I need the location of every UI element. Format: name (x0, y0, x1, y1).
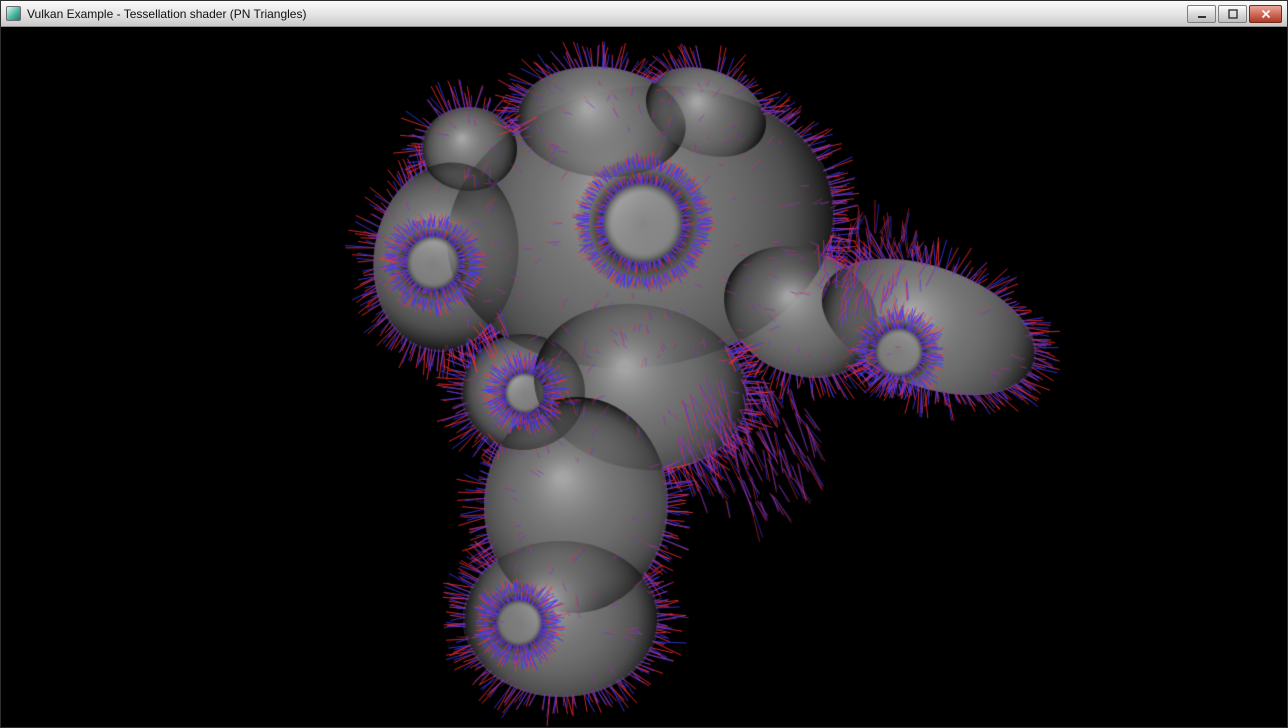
close-button[interactable] (1249, 5, 1282, 23)
close-icon (1261, 9, 1271, 19)
viewport (1, 27, 1287, 727)
maximize-button[interactable] (1218, 5, 1247, 23)
render-canvas[interactable] (1, 27, 1287, 727)
titlebar[interactable]: Vulkan Example - Tessellation shader (PN… (1, 1, 1287, 27)
app-icon[interactable] (6, 6, 21, 21)
minimize-button[interactable] (1187, 5, 1216, 23)
window-title: Vulkan Example - Tessellation shader (PN… (27, 2, 1181, 26)
app-window: Vulkan Example - Tessellation shader (PN… (0, 0, 1288, 728)
window-controls (1187, 5, 1282, 23)
maximize-icon (1228, 9, 1238, 19)
minimize-icon (1197, 9, 1207, 19)
